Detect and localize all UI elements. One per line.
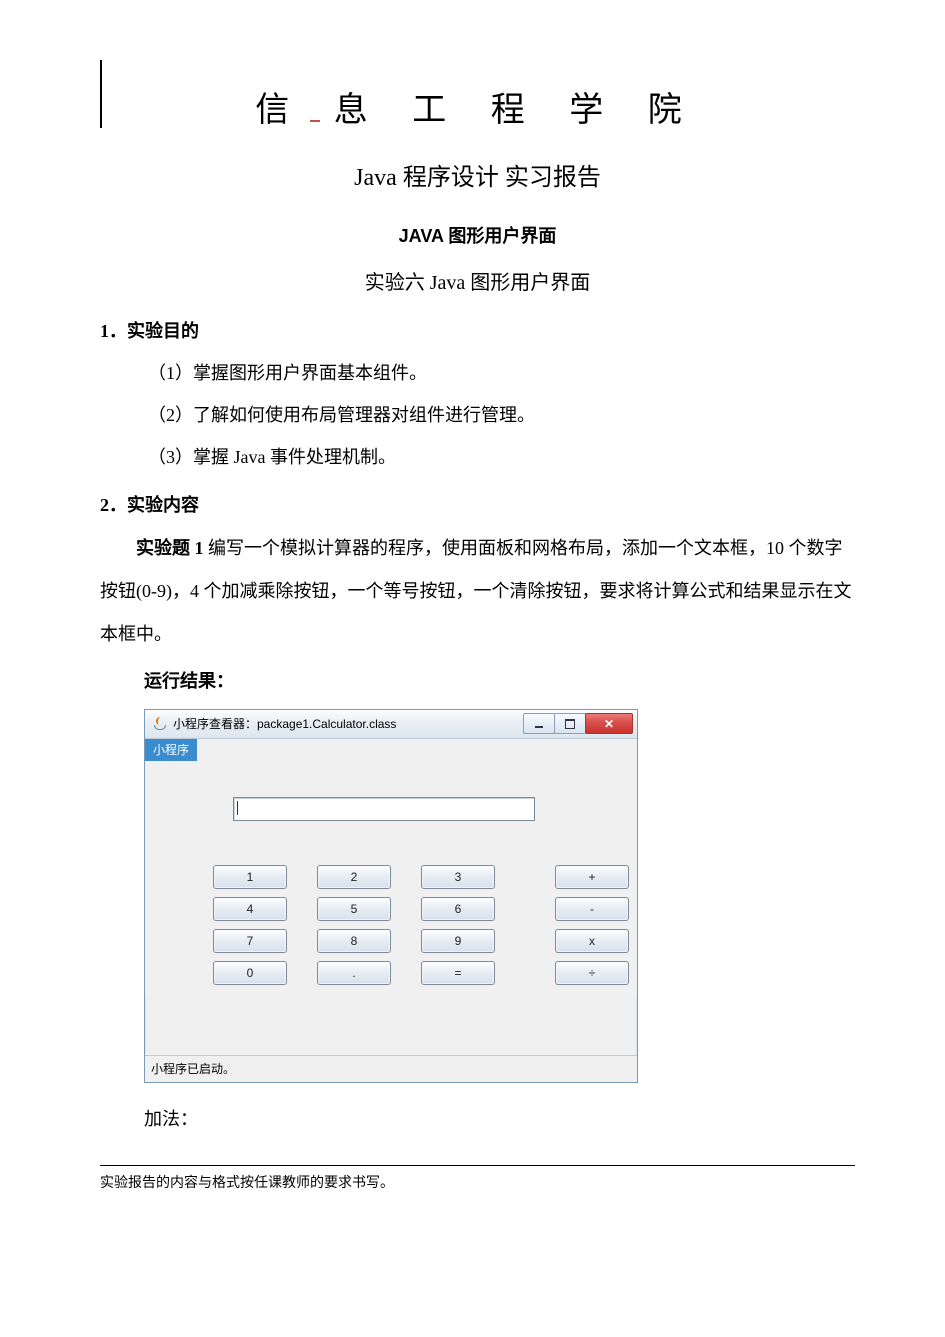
calc-button-5[interactable]: 5 bbox=[317, 897, 391, 921]
minimize-icon bbox=[535, 726, 543, 728]
calc-button-multiply[interactable]: x bbox=[555, 929, 629, 953]
task-body: 编写一个模拟计算器的程序，使用面板和网格布局，添加一个文本框，10 个数字按钮(… bbox=[100, 538, 851, 644]
footer-rule bbox=[100, 1165, 855, 1166]
close-icon: ✕ bbox=[604, 718, 614, 730]
calc-button-1[interactable]: 1 bbox=[213, 865, 287, 889]
objective-item: （3）掌握 Java 事件处理机制。 bbox=[148, 443, 855, 469]
window-title: 小程序查看器：package1.Calculator.class bbox=[173, 715, 396, 732]
calc-button-divide[interactable]: ÷ bbox=[555, 961, 629, 985]
calc-button-dot[interactable]: . bbox=[317, 961, 391, 985]
minimize-button[interactable] bbox=[523, 713, 555, 734]
task-paragraph: 实验题 1 编写一个模拟计算器的程序，使用面板和网格布局，添加一个文本框，10 … bbox=[100, 527, 855, 657]
calc-button-grid: 1 2 3 + 4 5 6 - 7 8 9 x 0 . = ÷ bbox=[213, 865, 609, 985]
close-button[interactable]: ✕ bbox=[585, 713, 633, 734]
footnote: 实验报告的内容与格式按任课教师的要求书写。 bbox=[100, 1172, 855, 1192]
task-label: 实验题 1 bbox=[136, 538, 204, 558]
section-title: JAVA 图形用户界面 bbox=[100, 222, 855, 248]
objective-item: （1）掌握图形用户界面基本组件。 bbox=[148, 359, 855, 385]
java-icon bbox=[153, 717, 167, 731]
calc-button-7[interactable]: 7 bbox=[213, 929, 287, 953]
institution-title: 信 息 工 程 学 院 bbox=[100, 82, 855, 131]
calc-button-plus[interactable]: + bbox=[555, 865, 629, 889]
calc-button-4[interactable]: 4 bbox=[213, 897, 287, 921]
maximize-button[interactable] bbox=[554, 713, 586, 734]
calc-button-8[interactable]: 8 bbox=[317, 929, 391, 953]
applet-menu-item[interactable]: 小程序 bbox=[145, 739, 197, 761]
calc-button-6[interactable]: 6 bbox=[421, 897, 495, 921]
title-left-rule bbox=[100, 60, 102, 128]
title-caret-mark bbox=[310, 118, 320, 122]
maximize-icon bbox=[565, 719, 575, 729]
experiment-title: 实验六 Java 图形用户界面 bbox=[100, 266, 855, 295]
content-heading: 2．实验内容 bbox=[100, 491, 855, 517]
applet-window: 小程序查看器：package1.Calculator.class ✕ 小程序 1… bbox=[144, 709, 638, 1083]
calc-button-2[interactable]: 2 bbox=[317, 865, 391, 889]
applet-status-bar: 小程序已启动。 bbox=[145, 1055, 637, 1082]
applet-client-area: 1 2 3 + 4 5 6 - 7 8 9 x 0 . = ÷ bbox=[145, 761, 637, 995]
calc-button-3[interactable]: 3 bbox=[421, 865, 495, 889]
calc-button-equals[interactable]: = bbox=[421, 961, 495, 985]
calc-display-input[interactable] bbox=[233, 797, 535, 821]
objectives-heading: 1．实验目的 bbox=[100, 317, 855, 343]
calc-button-minus[interactable]: - bbox=[555, 897, 629, 921]
applet-menubar: 小程序 bbox=[145, 739, 637, 761]
addition-label: 加法： bbox=[144, 1105, 855, 1131]
report-title: Java 程序设计 实习报告 bbox=[100, 157, 855, 192]
objective-item: （2）了解如何使用布局管理器对组件进行管理。 bbox=[148, 401, 855, 427]
calc-button-9[interactable]: 9 bbox=[421, 929, 495, 953]
window-titlebar: 小程序查看器：package1.Calculator.class ✕ bbox=[145, 710, 637, 739]
calc-button-0[interactable]: 0 bbox=[213, 961, 287, 985]
run-result-label: 运行结果： bbox=[144, 667, 855, 693]
